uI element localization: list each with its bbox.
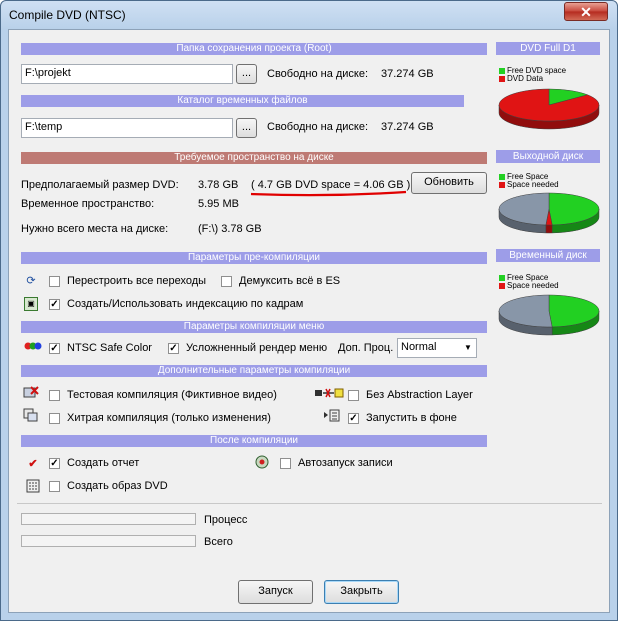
dvd-full-pie <box>498 88 600 130</box>
dvd-image-checkbox[interactable] <box>49 481 60 492</box>
output-disk-header: Выходной диск <box>496 150 600 163</box>
menu-render-label: Усложненный рендер меню <box>186 342 328 354</box>
dvd-image-label: Создать образ DVD <box>67 480 168 492</box>
test-compile-svg <box>23 386 39 398</box>
create-report-label: Создать отчет <box>67 457 140 469</box>
red-underline-annotation <box>250 190 407 197</box>
temp-space-label: Временное пространство: <box>21 198 155 210</box>
smart-compile-checkbox[interactable] <box>49 413 60 424</box>
legend-swatch <box>499 173 505 180</box>
legend-swatch <box>499 75 505 82</box>
total-progress-bar <box>21 535 196 547</box>
refresh-arrows-icon: ⟳ <box>26 275 36 287</box>
extra-proc-value: Normal <box>401 341 437 353</box>
background-run-svg <box>324 409 340 422</box>
legend-text: DVD Data <box>507 74 544 83</box>
dvd-full-header: DVD Full D1 <box>496 42 600 55</box>
extra-compile-header: Дополнительные параметры компиляции <box>21 365 487 377</box>
output-disk-pie <box>498 192 600 234</box>
abstraction-checkbox[interactable] <box>348 390 359 401</box>
create-report-checkbox[interactable]: ✓ <box>49 458 60 469</box>
frame-index-icon: ▣ <box>24 297 38 311</box>
process-progress-bar <box>21 513 196 525</box>
root-free-label: Свободно на диске: <box>267 68 369 80</box>
legend-swatch <box>499 67 505 74</box>
color-circles-svg <box>24 342 42 350</box>
rebuild-checkbox[interactable] <box>49 276 60 287</box>
menu-compile-header: Параметры компиляции меню <box>21 321 487 333</box>
dvd-size-label: Предполагаемый размер DVD: <box>21 179 179 191</box>
abstraction-label: Без Abstraction Layer <box>366 389 473 401</box>
dialog-body: Папка сохранения проекта (Root) F:\proje… <box>8 29 610 613</box>
extra-proc-select[interactable]: Normal ▼ <box>397 338 477 358</box>
rebuild-label: Перестроить все переходы <box>67 275 207 287</box>
background-run-checkbox[interactable]: ✓ <box>348 413 359 424</box>
checkmark-report-icon: ✔ <box>28 458 38 470</box>
color-circles-icon <box>24 341 44 355</box>
frame-index-checkbox[interactable]: ✓ <box>49 299 60 310</box>
test-compile-label: Тестовая компиляция (Фиктивное видео) <box>67 389 277 401</box>
ntsc-safe-label: NTSC Safe Color <box>67 342 152 354</box>
section-divider <box>17 503 602 504</box>
temp-disk-header: Временный диск <box>496 249 600 262</box>
compile-dvd-window: Compile DVD (NTSC) ✕ Папка сохранения пр… <box>0 0 618 621</box>
temp-free-value: 37.274 GB <box>381 121 434 133</box>
root-folder-header: Папка сохранения проекта (Root) <box>21 43 487 55</box>
autoburn-icon <box>255 455 269 469</box>
autoburn-svg <box>255 455 269 469</box>
smart-compile-label: Хитрая компиляция (только изменения) <box>67 412 271 424</box>
space-required-header: Требуемое пространство на диске <box>21 152 487 164</box>
dvd-size-value: 3.78 GB <box>198 179 239 191</box>
window-title: Compile DVD (NTSC) <box>9 8 126 22</box>
total-space-label: Нужно всего места на диске: <box>21 223 169 235</box>
menu-render-checkbox[interactable]: ✓ <box>168 343 179 354</box>
background-run-label: Запустить в фоне <box>366 412 457 424</box>
total-space-value: (F:\) 3.78 GB <box>198 223 262 235</box>
precompile-header: Параметры пре-компиляции <box>21 252 487 264</box>
demux-label: Демуксить всё в ES <box>239 275 341 287</box>
chevron-down-icon[interactable]: ▼ <box>460 339 476 357</box>
extra-proc-label: Доп. Проц. <box>338 342 394 354</box>
temp-folder-header: Каталог временных файлов <box>21 95 464 107</box>
close-window-button[interactable]: ✕ <box>564 2 608 21</box>
legend-swatch <box>499 274 505 281</box>
temp-disk-pie <box>498 294 600 336</box>
abstraction-layer-icon <box>314 387 344 401</box>
autoburn-checkbox[interactable] <box>280 458 291 469</box>
test-compile-icon <box>23 385 39 399</box>
legend-swatch <box>499 181 505 188</box>
dvd-image-icon <box>26 479 40 493</box>
start-button[interactable]: Запуск <box>238 580 313 604</box>
ntsc-safe-checkbox[interactable]: ✓ <box>49 343 60 354</box>
title-bar[interactable]: Compile DVD (NTSC) ✕ <box>1 1 617 27</box>
process-label: Процесс <box>204 514 248 526</box>
legend-text: Space needed <box>507 281 559 290</box>
autoburn-label: Автозапуск записи <box>298 457 393 469</box>
temp-space-value: 5.95 MB <box>198 198 239 210</box>
temp-legend-needed: Space needed <box>499 281 559 290</box>
pie-side-wall <box>545 224 553 234</box>
refresh-button[interactable]: Обновить <box>411 172 487 194</box>
frame-index-label: Создать/Использовать индексацию по кадра… <box>67 298 304 310</box>
legend-swatch <box>499 282 505 289</box>
temp-browse-button[interactable]: ... <box>236 118 257 138</box>
temp-path-input[interactable]: F:\temp <box>21 118 233 138</box>
root-free-value: 37.274 GB <box>381 68 434 80</box>
temp-free-label: Свободно на диске: <box>267 121 369 133</box>
demux-checkbox[interactable] <box>221 276 232 287</box>
root-path-input[interactable]: F:\projekt <box>21 64 233 84</box>
dvd-image-svg <box>26 479 40 493</box>
background-run-icon <box>323 409 341 423</box>
dvd-legend-data: DVD Data <box>499 74 543 83</box>
root-browse-button[interactable]: ... <box>236 64 257 84</box>
close-button[interactable]: Закрыть <box>324 580 399 604</box>
total-label: Всего <box>204 536 233 548</box>
after-compile-header: После компиляции <box>21 435 487 447</box>
test-compile-checkbox[interactable] <box>49 390 60 401</box>
annotation-stroke <box>250 190 407 197</box>
smart-compile-icon <box>23 408 38 422</box>
smart-compile-svg <box>23 408 38 422</box>
abstraction-layer-svg <box>315 388 344 398</box>
